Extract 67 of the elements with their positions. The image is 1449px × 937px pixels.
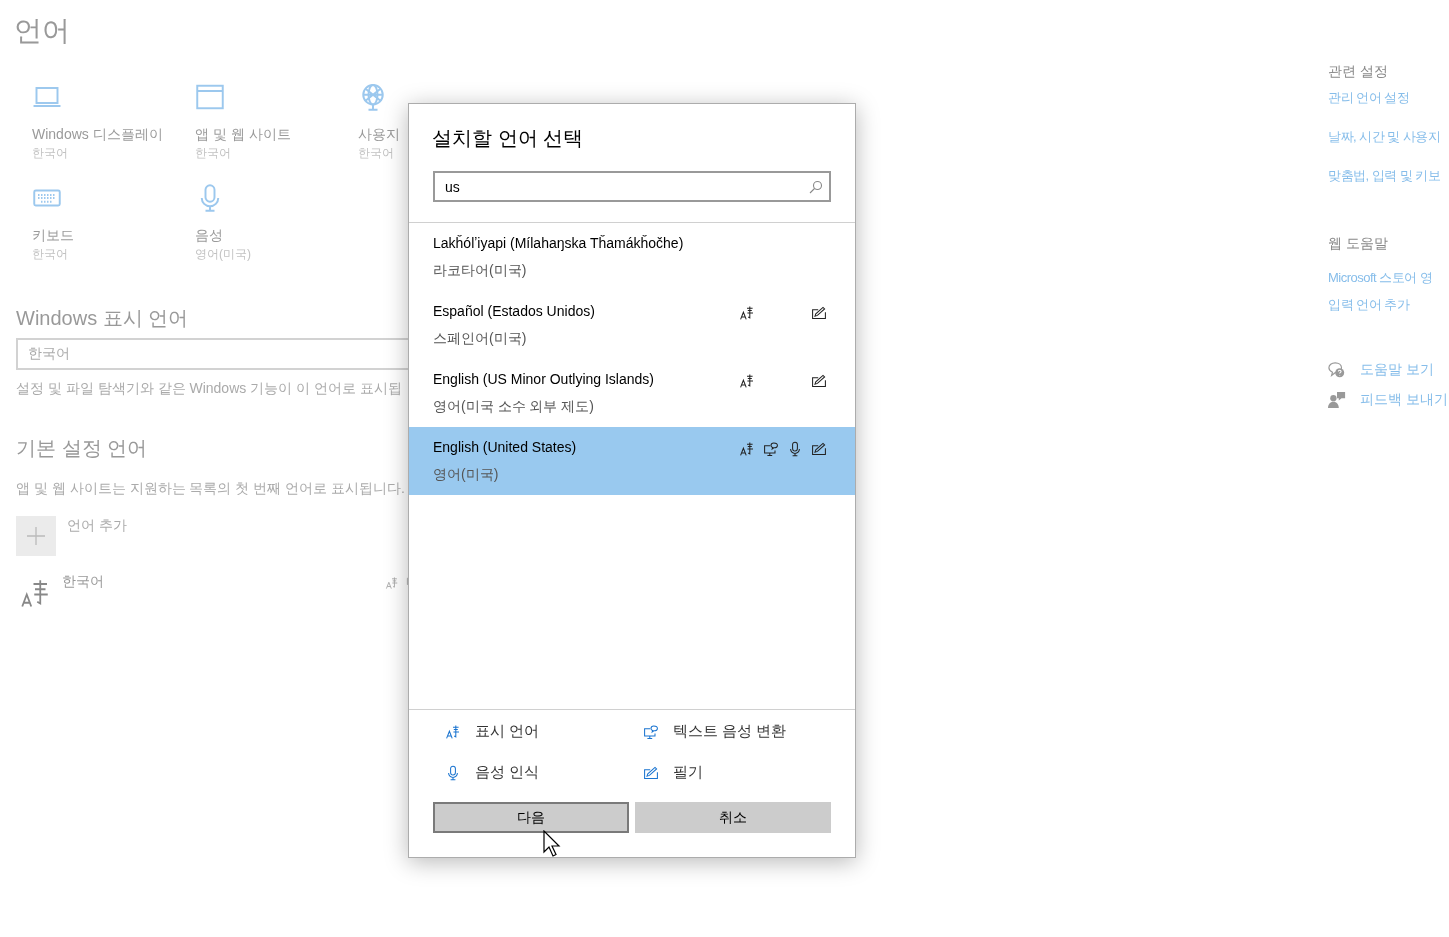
tile-label[interactable]: 사용지: [358, 124, 400, 144]
feature-legend-label: 음성 인식: [475, 763, 540, 782]
description-text: 앱 및 웹 사이트는 지원하는 목록의 첫 번째 언어로 표시됩니다.: [16, 479, 406, 498]
window-icon: [195, 82, 225, 112]
microphone-icon: [445, 764, 461, 781]
language-icon: [739, 305, 755, 321]
microphone-icon: [787, 441, 803, 457]
add-language-button[interactable]: [16, 516, 56, 556]
search-icon: [809, 179, 823, 194]
section-heading: 관련 설정: [1328, 62, 1389, 81]
language-icon: [385, 576, 399, 590]
tile-value: 한국어: [32, 145, 68, 162]
settings-link[interactable]: Microsoft 스토어 영: [1328, 268, 1449, 288]
section-heading: 웹 도움말: [1328, 234, 1389, 253]
add-language-label[interactable]: 언어 추가: [67, 516, 127, 556]
monitor-speech-icon: [643, 723, 659, 740]
language-name[interactable]: 한국어: [62, 573, 104, 591]
language-local-name: 스페인어(미국): [433, 329, 528, 348]
feature-legend-label: 필기: [673, 763, 703, 782]
settings-link[interactable]: 날짜, 시간 및 사용지: [1328, 127, 1449, 147]
tile-value: 한국어: [195, 145, 231, 162]
language-name: English (United States): [433, 438, 577, 457]
dialog-title: 설치할 언어 선택: [432, 126, 585, 151]
tile-value: 한국어: [32, 246, 68, 263]
language-icon: [445, 723, 461, 740]
section-heading: Windows 표시 언어: [16, 306, 190, 331]
person-feedback-icon: [1328, 391, 1346, 409]
tile-label[interactable]: Windows 디스플레이: [32, 124, 163, 144]
pencil-icon: [811, 373, 827, 389]
dialog-button[interactable]: 취소: [635, 802, 831, 833]
language-icon: [739, 441, 755, 457]
language-name: Lakȟólʼiyapi (Mílahaŋska Tȟamákȟočhe): [433, 234, 684, 253]
tile-label[interactable]: 음성: [195, 225, 223, 245]
settings-link[interactable]: 맞춤법, 입력 및 키보: [1328, 166, 1449, 186]
description-text: 설정 및 파일 탐색기와 같은 Windows 기능이 이 언어로 표시됩: [16, 379, 403, 398]
language-local-name: 라코타어(미국): [433, 261, 528, 280]
display-language-dropdown[interactable]: 한국어: [16, 338, 408, 370]
help-bubble-icon: [1328, 361, 1346, 379]
tile-label[interactable]: 앱 및 웹 사이트: [195, 124, 291, 144]
page-title: 언어: [14, 14, 71, 48]
language-option[interactable]: Español (Estados Unidos) 스페인어(미국): [409, 291, 855, 359]
help-link[interactable]: 피드백 보내기: [1360, 391, 1448, 409]
settings-link[interactable]: 관리 언어 설정: [1328, 88, 1449, 108]
language-local-name: 영어(미국 소수 외부 제도): [433, 397, 595, 416]
tile-value: 영어(미국): [195, 246, 251, 263]
language-name: Español (Estados Unidos): [433, 302, 595, 321]
language-icon: [739, 373, 755, 389]
language-option[interactable]: English (United States) 영어(미국): [409, 427, 855, 495]
feature-legend-label: 텍스트 음성 변환: [673, 722, 787, 741]
language-option[interactable]: English (US Minor Outlying Islands) 영어(미국 소수 외부 제도): [409, 359, 855, 427]
help-link[interactable]: 도움말 보기: [1360, 361, 1434, 379]
plus-icon: [27, 527, 45, 545]
pencil-icon: [811, 441, 827, 457]
language-option[interactable]: Lakȟólʼiyapi (Mílahaŋska Tȟamákȟočhe) 라코타어(미국): [409, 223, 855, 291]
dialog-button[interactable]: 다음: [433, 802, 629, 833]
language-icon: [20, 578, 50, 608]
search-field[interactable]: us: [433, 171, 831, 202]
pencil-icon: [643, 764, 659, 781]
monitor-speech-icon: [763, 441, 779, 457]
pencil-icon: [811, 305, 827, 321]
settings-link[interactable]: 입력 언어 추가: [1328, 295, 1449, 315]
section-heading: 기본 설정 언어: [16, 436, 149, 461]
language-name: English (US Minor Outlying Islands): [433, 370, 654, 389]
language-local-name: 영어(미국): [433, 465, 500, 484]
tile-label[interactable]: 키보드: [32, 225, 74, 245]
tile-value: 한국어: [358, 145, 394, 162]
feature-legend-label: 표시 언어: [475, 722, 540, 741]
